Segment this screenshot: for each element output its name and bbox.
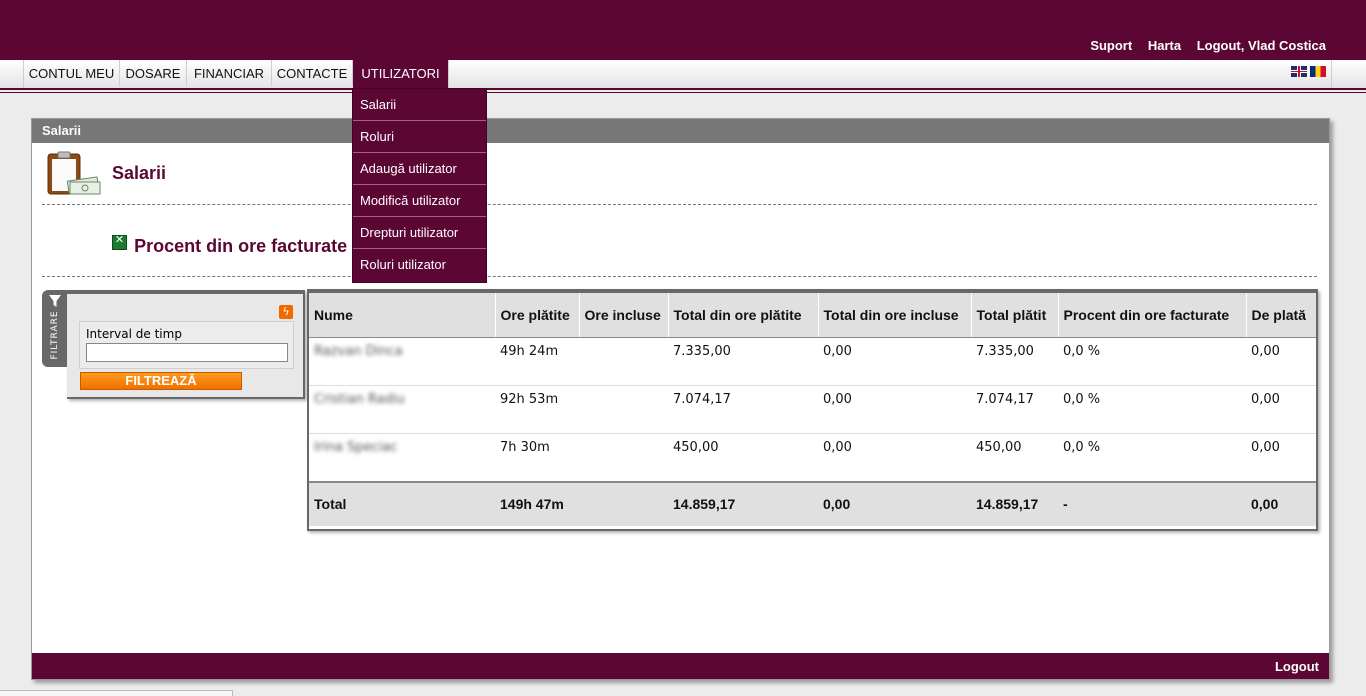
table-cell: 0,00 xyxy=(1246,433,1316,482)
reset-filter-icon[interactable]: ϟ xyxy=(279,305,293,319)
employee-name[interactable]: Razvan Dinca xyxy=(309,337,495,386)
total-row: Total 149h 47m 14.859,17 0,00 14.859,17 … xyxy=(309,480,1316,526)
report-procent-link[interactable]: Procent din ore facturate xyxy=(112,233,348,257)
page-title: Salarii xyxy=(112,163,167,183)
nav-utilizatori[interactable]: UTILIZATORI xyxy=(353,60,449,88)
column-header[interactable]: Total plătit xyxy=(970,293,1058,338)
table-cell: 0,00 xyxy=(818,433,971,482)
column-header[interactable]: Ore incluse xyxy=(578,293,668,338)
table-cell: 7.335,00 xyxy=(668,337,818,386)
table-cell: 0,00 xyxy=(1246,385,1316,434)
time-interval-group: Interval de timp xyxy=(79,321,294,369)
table-row[interactable]: Cristian Radiu 92h 53m 7.074,17 0,00 7.0… xyxy=(309,385,1316,434)
header-links: Suport Harta Logout, Vlad Costica xyxy=(1078,38,1326,53)
total-cell: - xyxy=(1058,480,1246,526)
romanian-flag-icon[interactable] xyxy=(1310,66,1326,77)
logout-user-link[interactable]: Logout, Vlad Costica xyxy=(1197,38,1326,53)
total-cell: Total xyxy=(309,480,495,526)
table-cell xyxy=(579,385,668,434)
column-header[interactable]: Total din ore incluse xyxy=(817,293,971,338)
table-cell: 7h 30m xyxy=(495,433,579,482)
table-row[interactable]: Razvan Dinca 49h 24m 7.335,00 0,00 7.335… xyxy=(309,337,1316,386)
salarii-panel: Salarii Salarii Procent din ore facturat… xyxy=(31,118,1330,680)
table-cell: 49h 24m xyxy=(495,337,579,386)
menu-item-roluri[interactable]: Roluri xyxy=(353,121,486,153)
employee-name[interactable]: Irina Speciac xyxy=(309,433,495,482)
table-cell: 0,0 % xyxy=(1058,385,1246,434)
table-cell: 450,00 xyxy=(668,433,818,482)
nav-financiar[interactable]: FINANCIAR xyxy=(187,60,272,86)
nav-dosare[interactable]: DOSARE xyxy=(120,60,187,86)
horizontal-scrollbar[interactable] xyxy=(0,690,233,696)
report-link-label: Procent din ore facturate xyxy=(134,236,348,256)
total-cell: 0,00 xyxy=(818,480,971,526)
footer-logout-link[interactable]: Logout xyxy=(1275,659,1319,674)
table-cell xyxy=(579,337,668,386)
top-banner: Suport Harta Logout, Vlad Costica xyxy=(0,0,1366,60)
menu-item-drepturi-utilizator[interactable]: Drepturi utilizator xyxy=(353,217,486,249)
table-cell: 92h 53m xyxy=(495,385,579,434)
table-cell: 0,00 xyxy=(818,337,971,386)
table-cell xyxy=(579,433,668,482)
main-nav: CONTUL MEU DOSARE FINANCIAR CONTACTE UTI… xyxy=(0,60,1366,93)
column-header[interactable]: Total din ore plătite xyxy=(667,293,818,338)
table-cell: 450,00 xyxy=(971,433,1058,482)
language-switcher xyxy=(1288,66,1326,85)
salary-table: Nume Ore plătite Ore incluse Total din o… xyxy=(309,293,1316,526)
menu-item-salarii[interactable]: Salarii xyxy=(353,89,486,121)
divider xyxy=(42,204,1317,205)
filter-button[interactable]: FILTREAZĂ xyxy=(80,372,242,390)
total-cell xyxy=(579,480,668,526)
nav-contacte[interactable]: CONTACTE xyxy=(272,60,353,86)
menu-item-adauga-utilizator[interactable]: Adaugă utilizator xyxy=(353,153,486,185)
excel-icon xyxy=(112,233,127,250)
divider xyxy=(42,276,1317,277)
footer-bar: Logout xyxy=(32,653,1329,679)
table-cell: 0,0 % xyxy=(1058,337,1246,386)
column-header[interactable]: Ore plătite xyxy=(494,293,579,338)
time-interval-input[interactable] xyxy=(86,343,288,362)
salary-table-container: Nume Ore plătite Ore incluse Total din o… xyxy=(307,289,1318,531)
filter-panel: ϟ Interval de timp FILTREAZĂ xyxy=(67,290,305,399)
utilizatori-dropdown-menu: Salarii Roluri Adaugă utilizator Modific… xyxy=(352,88,487,283)
table-cell: 7.074,17 xyxy=(668,385,818,434)
table-cell: 7.335,00 xyxy=(971,337,1058,386)
menu-item-roluri-utilizator[interactable]: Roluri utilizator xyxy=(353,249,486,280)
total-cell: 14.859,17 xyxy=(668,480,818,526)
english-flag-icon[interactable] xyxy=(1291,66,1307,77)
column-header[interactable]: Procent din ore facturate xyxy=(1057,293,1246,338)
table-header-row: Nume Ore plătite Ore incluse Total din o… xyxy=(309,293,1316,338)
time-interval-label: Interval de timp xyxy=(86,327,182,341)
menu-item-modifica-utilizator[interactable]: Modifică utilizator xyxy=(353,185,486,217)
table-cell: 0,00 xyxy=(1246,337,1316,386)
filter-tab[interactable]: FILTRARE xyxy=(42,290,67,367)
filter-tab-label: FILTRARE xyxy=(50,310,60,360)
panel-header: Salarii xyxy=(32,119,1329,143)
total-cell: 14.859,17 xyxy=(971,480,1058,526)
total-cell: 149h 47m xyxy=(495,480,579,526)
table-cell: 0,0 % xyxy=(1058,433,1246,482)
table-row[interactable]: Irina Speciac 7h 30m 450,00 0,00 450,00 … xyxy=(309,433,1316,482)
clipboard-money-icon xyxy=(47,151,101,195)
support-link[interactable]: Suport xyxy=(1090,38,1132,53)
employee-name[interactable]: Cristian Radiu xyxy=(309,385,495,434)
table-cell: 7.074,17 xyxy=(971,385,1058,434)
column-header[interactable]: De plată xyxy=(1245,293,1316,338)
table-cell: 0,00 xyxy=(818,385,971,434)
column-header[interactable]: Nume xyxy=(309,293,495,338)
site-map-link[interactable]: Harta xyxy=(1148,38,1181,53)
nav-contul-meu[interactable]: CONTUL MEU xyxy=(24,60,120,86)
total-cell: 0,00 xyxy=(1246,480,1316,526)
